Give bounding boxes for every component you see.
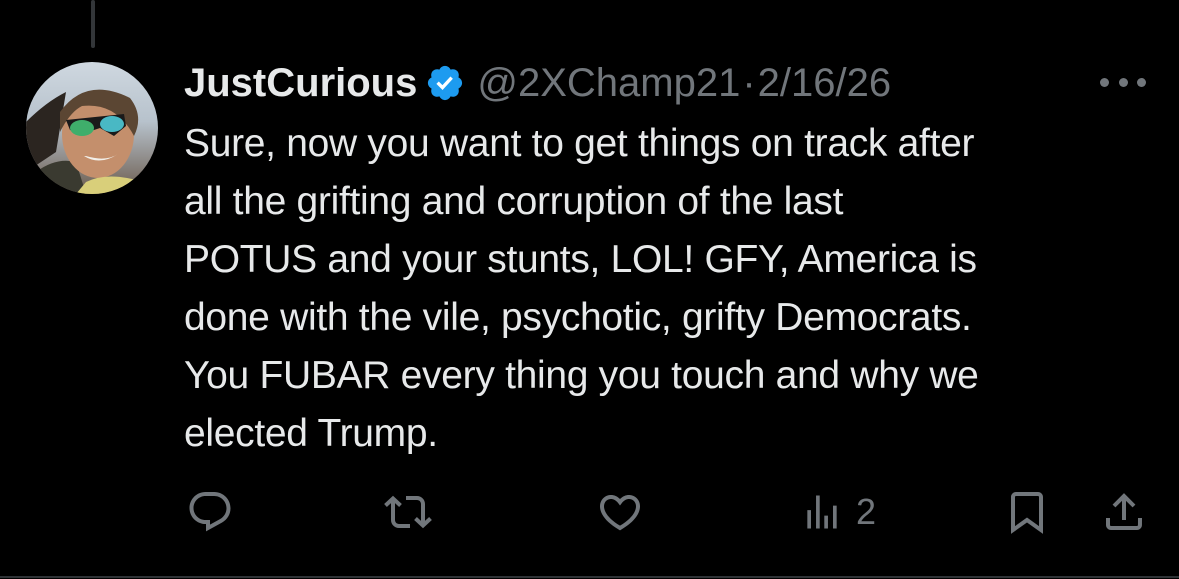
verified-badge-icon[interactable] bbox=[425, 63, 465, 103]
retweet-icon bbox=[384, 495, 432, 529]
more-horizontal-icon-dot bbox=[1100, 77, 1109, 87]
like-button[interactable] bbox=[596, 484, 644, 540]
thread-connector-line bbox=[91, 0, 95, 48]
action-bar: 2 bbox=[0, 484, 1179, 540]
tweet-text: Sure, now you want to get things on trac… bbox=[184, 122, 979, 455]
views-chart-icon bbox=[807, 495, 837, 529]
avatar[interactable] bbox=[26, 62, 158, 194]
heart-icon bbox=[599, 495, 641, 531]
bookmark-icon bbox=[1011, 492, 1043, 534]
reply-button[interactable] bbox=[186, 484, 234, 540]
tweet-header: JustCurious @2XChamp21 · 2/16/26 bbox=[184, 56, 891, 110]
views-button[interactable]: 2 bbox=[800, 484, 876, 540]
separator-dot: · bbox=[742, 60, 756, 105]
display-name[interactable]: JustCurious bbox=[184, 61, 417, 106]
bookmark-button[interactable] bbox=[1003, 484, 1051, 540]
views-count: 2 bbox=[856, 491, 877, 532]
more-options-button[interactable] bbox=[1100, 62, 1146, 102]
tweet-date[interactable]: 2/16/26 bbox=[758, 61, 891, 106]
user-handle[interactable]: @2XChamp21 bbox=[477, 61, 740, 106]
share-icon bbox=[1106, 493, 1142, 530]
retweet-button[interactable] bbox=[384, 484, 432, 540]
reply-icon bbox=[189, 492, 231, 532]
share-button[interactable] bbox=[1100, 484, 1148, 540]
more-horizontal-icon-dot bbox=[1137, 77, 1146, 87]
bottom-divider bbox=[0, 576, 1179, 578]
more-horizontal-icon-dot bbox=[1118, 77, 1128, 87]
